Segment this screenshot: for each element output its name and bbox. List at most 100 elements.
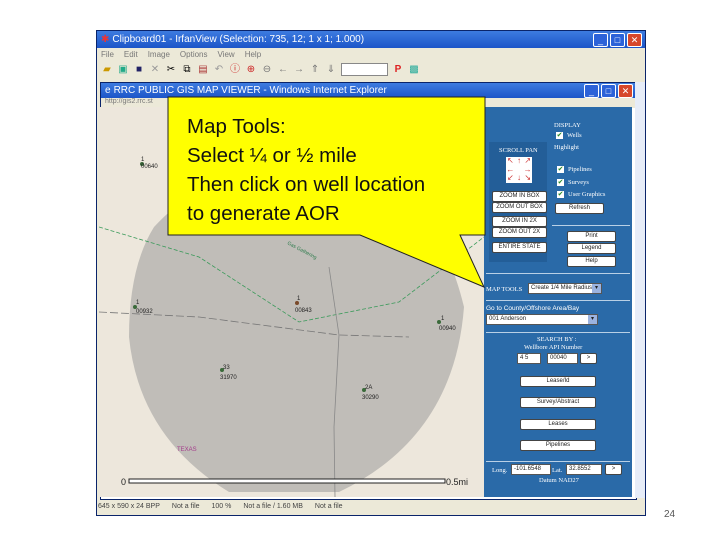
zoom-in-box-button[interactable]: ZOOM IN BOX: [492, 191, 547, 202]
slideshow-icon[interactable]: ▣: [117, 64, 129, 76]
close-button[interactable]: ✕: [627, 32, 642, 47]
user-graphics-label: User Graphics: [568, 191, 606, 198]
maximize-button[interactable]: □: [610, 32, 625, 47]
zoom-out-2x-button[interactable]: ZOOM OUT 2X: [492, 227, 547, 238]
status-file-2: Not a file: [314, 502, 343, 510]
address-text: http://gis2.rrc.st: [105, 98, 153, 105]
save-icon[interactable]: ■: [133, 64, 145, 76]
info-icon[interactable]: ⓘ: [229, 64, 241, 76]
scrollbar[interactable]: [635, 82, 645, 498]
irfanview-icon: ✱: [101, 34, 110, 45]
pipelines-button[interactable]: Pipelines: [520, 440, 596, 451]
status-file: Not a file: [171, 502, 200, 510]
user-graphics-checkbox[interactable]: ✔ User Graphics: [557, 191, 605, 198]
well-api: 00932: [136, 309, 153, 315]
goto-label: Go to County/Offshore Area/Bay: [486, 305, 580, 312]
menu-edit[interactable]: Edit: [124, 50, 138, 59]
menu-bar: File Edit Image Options View Help: [97, 48, 645, 61]
chevron-down-icon[interactable]: ▾: [592, 284, 601, 293]
toolbar: ▰ ▣ ■ ✕ ✂ ⧉ ▤ ↶ ⓘ ⊕ ⊖ ← → ⇑ ⇓ P ▩: [97, 61, 645, 78]
minimize-button[interactable]: _: [593, 32, 608, 47]
delete-icon[interactable]: ✕: [149, 64, 161, 76]
control-panel: DISPLAY ✔ Wells Highlight SCROLL PAN ↖ ↑ ↗ ←…: [484, 107, 632, 497]
longitude-label: Long.: [492, 467, 508, 474]
display-heading: DISPLAY: [554, 122, 581, 129]
surveys-checkbox[interactable]: ✔ Surveys: [557, 179, 589, 186]
previous-icon[interactable]: ←: [277, 64, 289, 76]
map-tools-select[interactable]: Create 1/4 Mile Radius ▾: [528, 283, 602, 294]
well-api: 00843: [295, 308, 312, 314]
pipelines-label: Pipelines: [568, 166, 592, 173]
page-input[interactable]: [341, 63, 388, 76]
ie-close-button[interactable]: ✕: [618, 83, 633, 98]
pan-se-icon[interactable]: ↘: [523, 174, 532, 183]
status-bar: 645 x 590 x 24 BPP Not a file 100 % Not …: [96, 499, 648, 513]
longitude-input[interactable]: -101.6548: [511, 464, 551, 475]
callout-line: Select ¼ or ½ mile: [187, 144, 357, 167]
county-select[interactable]: 001 Anderson ▾: [486, 314, 598, 325]
ie-icon: e: [105, 85, 111, 96]
pipelines-checkbox[interactable]: ✔ Pipelines: [557, 166, 592, 173]
surveys-label: Surveys: [568, 179, 589, 186]
zoom-out-box-button[interactable]: ZOOM OUT BOX: [492, 202, 547, 213]
refresh-button[interactable]: Refresh: [555, 203, 604, 214]
callout-line: Map Tools:: [187, 115, 286, 138]
highlight-heading: Highlight: [554, 144, 579, 151]
legend-button[interactable]: Legend: [567, 243, 616, 254]
wells-checkbox[interactable]: ✔ Wells: [556, 132, 582, 139]
zoom-in-2x-button[interactable]: ZOOM IN 2X: [492, 216, 547, 227]
paste-icon[interactable]: ▤: [197, 64, 209, 76]
next-icon[interactable]: →: [293, 64, 305, 76]
callout-line: Then click on well location: [187, 173, 426, 196]
open-icon[interactable]: ▰: [101, 64, 113, 76]
first-icon[interactable]: ⇑: [309, 64, 321, 76]
ie-maximize-button[interactable]: □: [601, 83, 616, 98]
scale-bar: [128, 478, 446, 484]
county-value: 001 Anderson: [489, 316, 527, 322]
lease-id-button[interactable]: Lease/Id: [520, 376, 596, 387]
menu-image[interactable]: Image: [148, 50, 170, 59]
well-number: 33: [223, 365, 230, 371]
irfanview-title-bar: ✱ Clipboard01 - IrfanView (Selection: 73…: [97, 31, 645, 48]
help-button[interactable]: Help: [567, 256, 616, 267]
api-go-button[interactable]: >: [580, 353, 597, 364]
pan-arrows[interactable]: ↖ ↑ ↗ ← → ↙ ↓ ↘: [506, 157, 532, 183]
api-county-input[interactable]: 4 5: [517, 353, 541, 364]
print-button[interactable]: Print: [567, 231, 616, 242]
scale-start: 0: [121, 477, 126, 487]
ie-minimize-button[interactable]: _: [584, 83, 599, 98]
menu-help[interactable]: Help: [245, 50, 261, 59]
menu-file[interactable]: File: [101, 50, 114, 59]
window-title: Clipboard01 - IrfanView (Selection: 735,…: [112, 34, 365, 45]
pan-sw-icon[interactable]: ↙: [506, 174, 515, 183]
status-size: Not a file / 1.60 MB: [243, 502, 303, 510]
survey-abstract-button[interactable]: Survey/Abstract: [520, 397, 596, 408]
divider: [552, 225, 630, 226]
latitude-input[interactable]: 32.8552: [566, 464, 602, 475]
screenshot-icon[interactable]: ▩: [408, 64, 420, 76]
zoom-in-icon[interactable]: ⊕: [245, 64, 257, 76]
scroll-pan-label: SCROLL PAN: [499, 147, 538, 154]
coord-go-button[interactable]: >: [605, 464, 622, 475]
api-number-input[interactable]: 00040: [547, 353, 578, 364]
well-api: 00940: [439, 326, 456, 332]
undo-icon[interactable]: ↶: [213, 64, 225, 76]
paint-icon[interactable]: P: [392, 64, 404, 76]
callout-text: Map Tools: Select ¼ or ½ mile Then click…: [187, 112, 425, 228]
divider: [486, 300, 630, 301]
leases-button[interactable]: Leases: [520, 419, 596, 430]
menu-view[interactable]: View: [218, 50, 235, 59]
status-zoom: 100 %: [211, 502, 232, 510]
zoom-out-icon[interactable]: ⊖: [261, 64, 273, 76]
callout-line: to generate AOR: [187, 202, 340, 225]
pan-n-icon[interactable]: ↑: [515, 157, 524, 166]
status-dimensions: 645 x 590 x 24 BPP: [98, 502, 160, 510]
pan-s-icon[interactable]: ↓: [515, 174, 524, 183]
chevron-down-icon[interactable]: ▾: [588, 315, 597, 324]
entire-state-button[interactable]: ENTIRE STATE: [492, 242, 547, 253]
copy-icon[interactable]: ⧉: [181, 64, 193, 76]
cut-icon[interactable]: ✂: [165, 64, 177, 76]
state-label: TEXAS: [177, 447, 197, 453]
menu-options[interactable]: Options: [180, 50, 208, 59]
last-icon[interactable]: ⇓: [325, 64, 337, 76]
